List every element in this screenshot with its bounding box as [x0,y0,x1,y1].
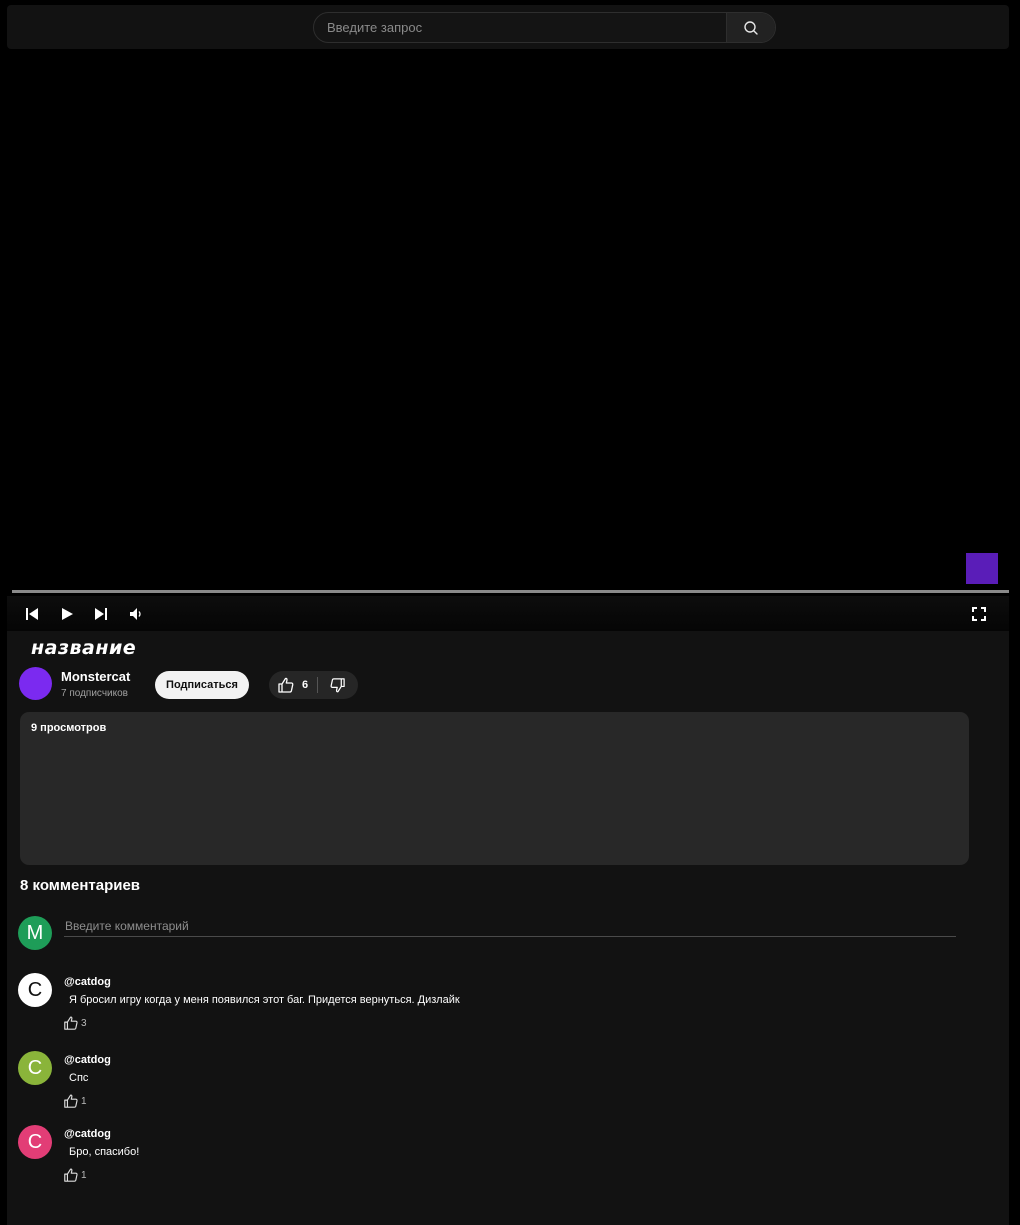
comment-like-button[interactable]: 1 [63,1093,87,1109]
like-count: 6 [302,679,309,691]
comment-item: C @catdog Я бросил игру когда у меня поя… [18,973,918,1033]
volume-icon [130,608,141,620]
description-box[interactable]: 9 просмотров [20,712,969,865]
volume-button[interactable] [125,603,147,625]
comment-avatar[interactable]: C [18,1051,52,1085]
subscribe-button[interactable]: Подписаться [155,671,249,699]
channel-avatar[interactable] [19,667,52,700]
player-corner-square [966,553,998,584]
skip-next-icon [95,608,107,620]
channel-name[interactable]: Monstercat [61,669,130,684]
skip-previous-icon [26,608,38,620]
search-box [313,12,776,43]
search-icon [744,20,758,35]
like-dislike-group: 6 [269,671,358,699]
like-button[interactable]: 6 [277,675,308,695]
comment-text: Я бросил игру когда у меня появился этот… [69,994,460,1006]
comments-heading: 8 комментариев [20,877,141,894]
comment-author[interactable]: @catdog [64,1128,111,1140]
play-button[interactable] [56,603,78,625]
comment-text: Бро, спасибо! [69,1146,140,1158]
thumbs-up-icon [64,1168,78,1182]
comment-avatar[interactable]: C [18,973,52,1007]
fullscreen-icon [972,607,986,621]
video-title: название [31,637,137,659]
thumbs-up-icon [278,677,294,693]
next-button[interactable] [90,603,112,625]
player-controls [7,596,1009,631]
comment-like-count: 1 [81,1095,87,1107]
my-avatar: M [18,916,52,950]
search-button[interactable] [726,13,775,42]
comment-like-count: 3 [81,1017,87,1029]
dislike-button[interactable] [327,676,347,694]
comment-item: C @catdog Спс 1 [18,1051,918,1111]
video-info-panel: название Monstercat 7 подписчиков Подпис… [7,631,1009,1225]
comment-author[interactable]: @catdog [64,1054,111,1066]
progress-bar[interactable] [12,590,1009,593]
top-bar [7,5,1009,49]
comment-input[interactable] [64,915,956,937]
like-divider [317,677,318,693]
play-icon [62,608,73,620]
comment-like-button[interactable]: 3 [63,1015,87,1031]
previous-button[interactable] [21,603,43,625]
fullscreen-button[interactable] [968,603,990,625]
comment-like-count: 1 [81,1169,87,1181]
thumbs-up-icon [64,1094,78,1108]
comment-text: Спс [69,1072,89,1084]
subscriber-count: 7 подписчиков [61,688,128,699]
comment-like-button[interactable]: 1 [63,1167,87,1183]
search-input[interactable] [314,13,727,42]
thumbs-down-icon [330,677,345,692]
view-count: 9 просмотров [31,722,107,734]
video-player[interactable] [7,49,1009,631]
comment-author[interactable]: @catdog [64,976,111,988]
comment-avatar[interactable]: C [18,1125,52,1159]
comment-item: C @catdog Бро, спасибо! 1 [18,1125,918,1185]
thumbs-up-icon [64,1016,78,1030]
